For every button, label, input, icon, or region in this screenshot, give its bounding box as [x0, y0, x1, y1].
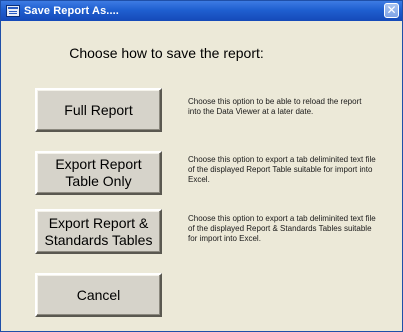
export-report-standards-button[interactable]: Export Report & Standards Tables	[35, 209, 162, 254]
full-report-button[interactable]: Full Report	[35, 88, 162, 132]
save-report-dialog: Save Report As.... ✕ Choose how to save …	[0, 0, 403, 332]
export-report-standards-description: Choose this option to export a tab delim…	[188, 214, 376, 243]
page-title: Choose how to save the report:	[69, 45, 264, 61]
window-icon	[6, 5, 20, 17]
export-report-table-label-line-1: Export Report	[55, 156, 142, 172]
export-report-table-description: Choose this option to export a tab delim…	[188, 155, 376, 184]
full-report-description: Choose this option to be able to reload …	[188, 97, 362, 116]
export-report-table-label-line-2: Table Only	[65, 173, 132, 189]
title-bar[interactable]: Save Report As.... ✕	[1, 1, 402, 21]
export-report-standards-label-line-2: Standards Tables	[44, 231, 153, 248]
cancel-button[interactable]: Cancel	[35, 273, 162, 317]
close-icon[interactable]: ✕	[384, 3, 399, 18]
full-report-label-line-1: Full Report	[64, 101, 133, 118]
export-report-standards-label-line-1: Export Report &	[48, 214, 149, 231]
export-report-table-button[interactable]: Export Report Table Only	[35, 151, 162, 195]
cancel-label: Cancel	[76, 286, 121, 303]
window-title: Save Report As....	[24, 5, 119, 17]
